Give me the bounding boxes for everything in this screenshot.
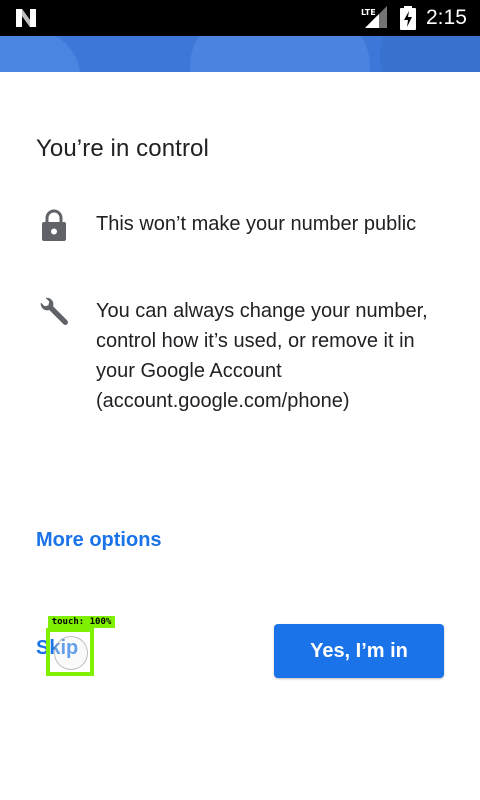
lte-signal-icon: LTE [361,6,387,28]
lock-icon [42,209,66,241]
status-time: 2:15 [426,6,467,29]
confirm-button[interactable]: Yes, I’m in [274,624,444,678]
more-options-link[interactable]: More options [36,526,162,554]
n-logo-icon [16,9,36,27]
status-bar: LTE 2:15 [0,0,480,36]
page-title: You’re in control [36,135,209,162]
header-banner [0,36,480,72]
lte-label: LTE [361,8,376,17]
info-item-text: This won’t make your number public [96,213,417,235]
touch-indicator-label: touch: 100% [48,616,115,628]
wrench-icon [40,297,68,325]
info-item-text: You can always change your number, contr… [96,300,428,412]
battery-charging-icon [400,6,416,30]
touch-indicator-box [46,628,94,676]
